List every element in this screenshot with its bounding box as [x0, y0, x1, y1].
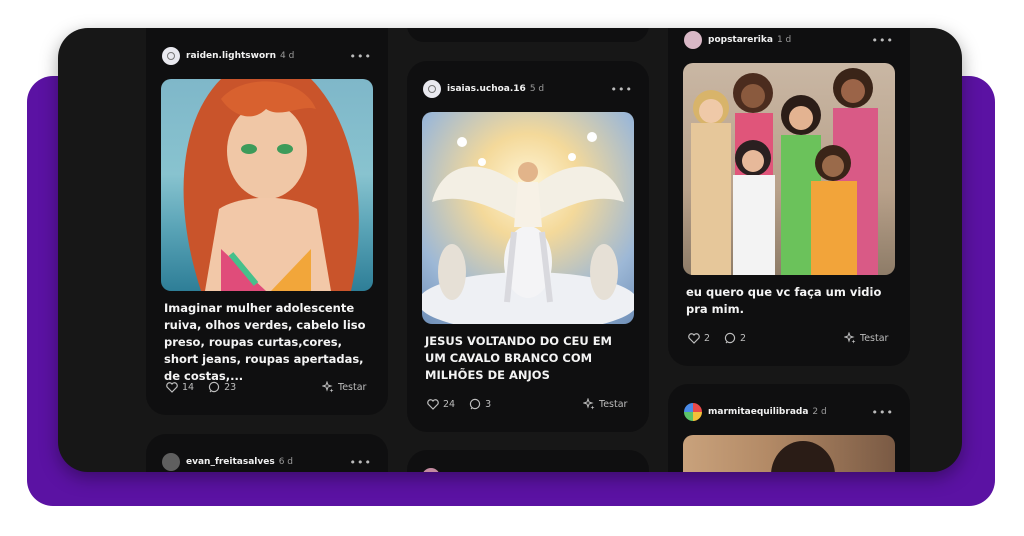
post-time: 6 d: [278, 457, 294, 467]
try-button[interactable]: Testar: [583, 398, 627, 410]
post-header: marmitaequilibrada 2 d •••: [684, 384, 894, 440]
post-card-popstarerika[interactable]: popstarerika 1 d ••• eu quero que vc faç…: [668, 28, 910, 366]
comment-button[interactable]: 2: [724, 332, 746, 344]
more-dots-icon[interactable]: •••: [611, 84, 633, 95]
try-label: Testar: [599, 398, 628, 410]
post-time: 2 d: [812, 407, 827, 417]
comment-button[interactable]: 3: [469, 398, 491, 410]
post-header: evan_freitasalves 6 d •••: [162, 434, 372, 472]
try-button[interactable]: Testar: [322, 381, 366, 393]
post-card-raiden[interactable]: raiden.lightsworn 4 d ••• Imaginar mulhe…: [146, 28, 388, 415]
avatar[interactable]: [684, 403, 702, 421]
comment-count: 3: [485, 398, 492, 410]
post-caption[interactable]: eu quero que vc faça um vidio pra mim.: [686, 284, 896, 318]
person-icon: [167, 52, 175, 60]
post-image[interactable]: [161, 79, 373, 291]
sparkle-icon: [844, 332, 856, 344]
avatar[interactable]: [684, 31, 702, 49]
post-card-marmita[interactable]: marmitaequilibrada 2 d •••: [668, 384, 910, 472]
post-stats: 2 2: [688, 332, 760, 344]
sparkle-icon: [583, 398, 595, 410]
post-time: 4 d: [280, 51, 295, 61]
avatar[interactable]: [162, 453, 180, 471]
post-stats: 24 3: [427, 398, 505, 410]
heart-icon: [166, 381, 178, 393]
post-time: 5 d: [529, 84, 545, 94]
like-count: 14: [182, 381, 195, 393]
person-icon: [428, 85, 436, 93]
try-button[interactable]: Testar: [844, 332, 888, 344]
post-image[interactable]: [422, 112, 634, 324]
username[interactable]: isaias.uchoa.16: [447, 84, 526, 94]
comment-bubble-icon: [469, 398, 481, 410]
like-button[interactable]: 14: [166, 382, 194, 393]
more-dots-icon[interactable]: •••: [350, 457, 372, 468]
comment-bubble-icon: [724, 332, 736, 344]
post-header: popstarerika 1 d •••: [684, 28, 894, 52]
username[interactable]: popstarerika: [708, 35, 773, 45]
like-button[interactable]: 2: [688, 333, 710, 344]
redhead-illustration: [183, 79, 359, 291]
post-caption[interactable]: Imaginar mulher adolescente ruiva, olhos…: [164, 300, 374, 385]
angels-horse-illustration: [422, 132, 634, 324]
username[interactable]: raiden.lightsworn: [186, 51, 276, 61]
post-image[interactable]: [683, 63, 895, 275]
sparkle-icon: [322, 381, 334, 393]
post-header: raiden.lightsworn 4 d •••: [162, 28, 372, 84]
username[interactable]: evan_freitasalves: [186, 457, 275, 467]
avatar[interactable]: [162, 47, 180, 65]
more-dots-icon[interactable]: •••: [872, 35, 894, 46]
post-card-bottom-partial[interactable]: [407, 450, 649, 472]
comment-count: 23: [224, 381, 237, 393]
comment-count: 2: [740, 332, 747, 344]
like-button[interactable]: 24: [427, 399, 455, 410]
like-count: 24: [443, 398, 456, 410]
post-image[interactable]: [683, 435, 895, 472]
post-header: isaias.uchoa.16 5 d •••: [423, 61, 633, 117]
comment-button[interactable]: 23: [208, 381, 236, 393]
avatar[interactable]: [423, 80, 441, 98]
more-dots-icon[interactable]: •••: [350, 51, 372, 62]
post-stats: 14 23: [166, 381, 250, 393]
post-card-top-partial[interactable]: [407, 28, 649, 42]
comment-bubble-icon: [208, 381, 220, 393]
avatar[interactable]: [422, 468, 440, 472]
post-card-isaias[interactable]: isaias.uchoa.16 5 d ••• JESUS VOLTANDO D…: [407, 61, 649, 432]
try-label: Testar: [338, 381, 367, 393]
heart-icon: [427, 398, 439, 410]
heart-icon: [688, 332, 700, 344]
more-dots-icon[interactable]: •••: [872, 407, 894, 418]
like-count: 2: [704, 332, 711, 344]
feed-window: raiden.lightsworn 4 d ••• Imaginar mulhe…: [58, 28, 962, 472]
post-time: 1 d: [776, 35, 792, 45]
post-caption[interactable]: JESUS VOLTANDO DO CEU EM UM CAVALO BRANC…: [425, 333, 635, 384]
try-label: Testar: [860, 332, 889, 344]
post-card-evan[interactable]: evan_freitasalves 6 d •••: [146, 434, 388, 472]
women-group-illustration: [691, 68, 878, 275]
username[interactable]: marmitaequilibrada: [708, 407, 808, 417]
portrait-illustration: [771, 441, 835, 472]
